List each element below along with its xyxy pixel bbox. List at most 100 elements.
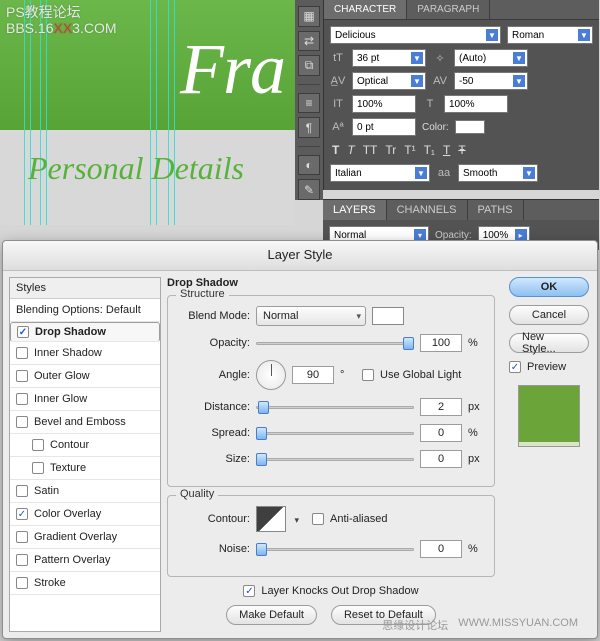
kerning-dropdown[interactable]: Optical▼: [352, 72, 426, 90]
baseline-input[interactable]: 0 pt: [352, 118, 416, 136]
opacity-input[interactable]: 100: [420, 334, 462, 352]
baseline-icon: Aª: [330, 119, 346, 135]
small-caps-button[interactable]: Tr: [385, 143, 396, 157]
strikethrough-button[interactable]: Ŧ: [458, 143, 465, 157]
tool-button-6[interactable]: ◐: [298, 155, 320, 176]
subscript-button[interactable]: T₁: [424, 143, 435, 157]
tab-paths[interactable]: PATHS: [468, 200, 524, 220]
noise-slider[interactable]: [256, 542, 414, 556]
layer-opacity-label: Opacity:: [435, 230, 472, 241]
distance-slider[interactable]: [256, 400, 414, 414]
kerning-icon: A̲V: [330, 73, 346, 89]
faux-bold-button[interactable]: T: [332, 143, 339, 157]
size-slider[interactable]: [256, 452, 414, 466]
size-unit: px: [468, 453, 484, 465]
checkbox-icon[interactable]: [16, 347, 28, 359]
tab-layers[interactable]: LAYERS: [323, 200, 387, 220]
anti-alias-dropdown[interactable]: Smooth▼: [458, 164, 538, 182]
angle-input[interactable]: 90: [292, 366, 334, 384]
contour-picker[interactable]: ▾: [256, 506, 286, 532]
tab-character[interactable]: CHARACTER: [324, 0, 407, 19]
tool-button-5[interactable]: ¶: [298, 117, 320, 138]
effect-texture[interactable]: Texture: [10, 457, 160, 480]
noise-input[interactable]: 0: [420, 540, 462, 558]
color-label: Color:: [422, 122, 449, 133]
all-caps-button[interactable]: TT: [363, 143, 378, 157]
blending-options-row[interactable]: Blending Options: Default: [10, 299, 160, 322]
checkbox-icon[interactable]: [17, 326, 29, 338]
tool-button-1[interactable]: ▦: [298, 6, 320, 27]
tab-paragraph[interactable]: PARAGRAPH: [407, 0, 490, 19]
checkbox-icon[interactable]: [16, 554, 28, 566]
dialog-title: Layer Style: [3, 241, 597, 271]
underline-button[interactable]: T: [443, 143, 450, 157]
effect-inner-glow[interactable]: Inner Glow: [10, 388, 160, 411]
spread-input[interactable]: 0: [420, 424, 462, 442]
font-family-dropdown[interactable]: Delicious▼: [330, 26, 501, 44]
vscale-input[interactable]: 100%: [352, 95, 416, 113]
checkbox-icon[interactable]: [32, 462, 44, 474]
size-label: Size:: [178, 453, 250, 465]
tool-button-3[interactable]: ⧉: [298, 55, 320, 76]
tool-button-4[interactable]: ≡: [298, 93, 320, 114]
spread-slider[interactable]: [256, 426, 414, 440]
tool-button-2[interactable]: ⇄: [298, 31, 320, 52]
angle-dial[interactable]: [256, 360, 286, 390]
structure-group: Structure Blend Mode: Normal▾ Opacity: 1…: [167, 295, 495, 487]
global-light-checkbox[interactable]: [362, 369, 374, 381]
layer-style-dialog: Layer Style Styles Blending Options: Def…: [2, 240, 598, 639]
opacity-slider[interactable]: [256, 336, 414, 350]
effect-color-overlay[interactable]: Color Overlay: [10, 503, 160, 526]
anti-aliased-checkbox[interactable]: [312, 513, 324, 525]
superscript-button[interactable]: T¹: [404, 143, 415, 157]
blend-mode-dropdown[interactable]: Normal▾: [256, 306, 366, 326]
effect-pattern-overlay[interactable]: Pattern Overlay: [10, 549, 160, 572]
opacity-label: Opacity:: [178, 337, 250, 349]
make-default-button[interactable]: Make Default: [226, 605, 317, 625]
checkbox-icon[interactable]: [16, 485, 28, 497]
distance-input[interactable]: 2: [420, 398, 462, 416]
styles-header[interactable]: Styles: [10, 278, 160, 299]
tool-button-7[interactable]: ✎: [298, 179, 320, 200]
checkbox-icon[interactable]: [16, 393, 28, 405]
checkbox-icon[interactable]: [16, 370, 28, 382]
checkbox-icon[interactable]: [16, 577, 28, 589]
blend-mode-label: Blend Mode:: [178, 310, 250, 322]
preview-checkbox[interactable]: [509, 361, 521, 373]
faux-italic-button[interactable]: T: [347, 143, 354, 157]
quality-group: Quality Contour: ▾ Anti-aliased Noise: 0…: [167, 495, 495, 577]
hscale-input[interactable]: 100%: [444, 95, 508, 113]
leading-dropdown[interactable]: (Auto)▼: [454, 49, 528, 67]
font-size-dropdown[interactable]: 36 pt▼: [352, 49, 426, 67]
spread-label: Spread:: [178, 427, 250, 439]
effect-drop-shadow[interactable]: Drop Shadow: [10, 322, 160, 342]
anti-aliased-label: Anti-aliased: [330, 513, 387, 525]
preview-label: Preview: [527, 361, 566, 373]
effect-satin[interactable]: Satin: [10, 480, 160, 503]
canvas-heading: Fra: [180, 28, 285, 111]
font-style-dropdown[interactable]: Roman▼: [507, 26, 593, 44]
vscale-icon: IT: [330, 96, 346, 112]
effect-stroke[interactable]: Stroke: [10, 572, 160, 595]
checkbox-icon[interactable]: [16, 416, 28, 428]
effect-contour[interactable]: Contour: [10, 434, 160, 457]
language-dropdown[interactable]: Italian▼: [330, 164, 430, 182]
tab-channels[interactable]: CHANNELS: [387, 200, 468, 220]
tracking-dropdown[interactable]: -50▼: [454, 72, 528, 90]
cancel-button[interactable]: Cancel: [509, 305, 589, 325]
new-style-button[interactable]: New Style...: [509, 333, 589, 353]
effect-inner-shadow[interactable]: Inner Shadow: [10, 342, 160, 365]
knocks-out-checkbox[interactable]: [243, 585, 255, 597]
size-input[interactable]: 0: [420, 450, 462, 468]
shadow-color-swatch[interactable]: [372, 307, 404, 325]
effect-outer-glow[interactable]: Outer Glow: [10, 365, 160, 388]
effect-bevel-emboss[interactable]: Bevel and Emboss: [10, 411, 160, 434]
checkbox-icon[interactable]: [32, 439, 44, 451]
dialog-buttons: OK Cancel New Style... Preview: [501, 271, 597, 638]
ok-button[interactable]: OK: [509, 277, 589, 297]
checkbox-icon[interactable]: [16, 508, 28, 520]
effect-gradient-overlay[interactable]: Gradient Overlay: [10, 526, 160, 549]
text-color-swatch[interactable]: [455, 120, 485, 134]
spread-unit: %: [468, 427, 484, 439]
checkbox-icon[interactable]: [16, 531, 28, 543]
